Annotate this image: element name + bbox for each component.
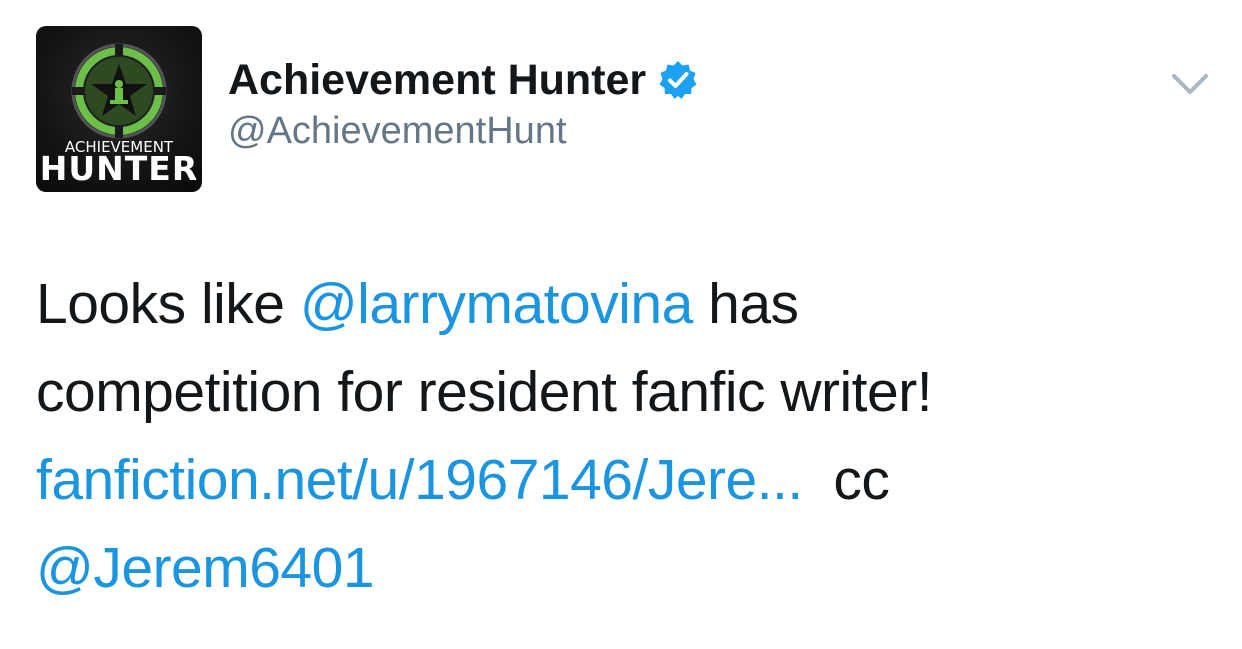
avatar-logo-text-bottom: HUNTER — [39, 149, 199, 188]
url-link-fanfiction[interactable]: fanfiction.net/u/1967146/Jere... — [36, 448, 803, 512]
tweet-text-segment: has — [692, 272, 799, 336]
tweet-text-segment: Looks like — [36, 272, 300, 336]
mention-link-jerem6401[interactable]: @Jerem6401 — [36, 536, 375, 600]
tweet-text-line-2: competition for resident fanfic writer! — [36, 360, 933, 424]
author-display-name[interactable]: Achievement Hunter — [228, 56, 646, 105]
mention-link-larrymatovina[interactable]: @larrymatovina — [300, 272, 693, 336]
avatar[interactable]: ACHIEVEMENT HUNTER — [36, 26, 202, 192]
tweet-text-line-4: @Jerem6401 — [36, 524, 1216, 612]
author-name-row: Achievement Hunter — [228, 52, 698, 108]
tweet-text-line-3: fanfiction.net/u/1967146/Jere... cc — [36, 436, 1216, 524]
chevron-down-icon[interactable] — [1168, 66, 1212, 102]
tweet-card: ACHIEVEMENT HUNTER Achievement Hunter @A… — [0, 0, 1242, 649]
tweet-text-segment: cc — [802, 448, 890, 512]
verified-badge-icon — [659, 61, 697, 99]
tweet-text-line-1: Looks like @larrymatovina has — [36, 260, 1216, 348]
tweet-text: Looks like @larrymatovina has competitio… — [36, 260, 1216, 612]
author-handle[interactable]: @AchievementHunt — [228, 110, 567, 153]
